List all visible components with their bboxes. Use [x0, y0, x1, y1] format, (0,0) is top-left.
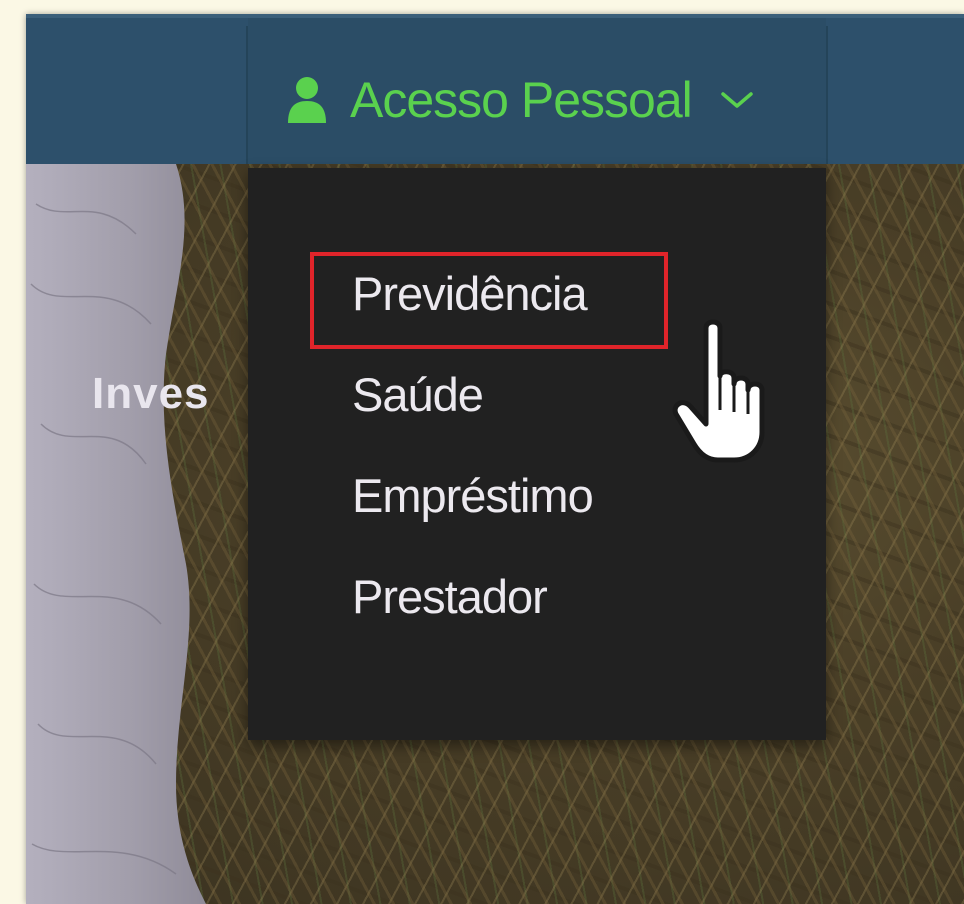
menu-item-previdencia[interactable]: Previdência — [248, 264, 826, 365]
browser-viewport: Acesso Pessoal Inves Previdência Saúde E… — [26, 14, 964, 904]
dropdown-menu: Previdência Saúde Empréstimo Prestador — [248, 264, 826, 668]
menu-item-emprestimo[interactable]: Empréstimo — [248, 466, 826, 567]
acesso-pessoal-dropdown: Previdência Saúde Empréstimo Prestador — [248, 168, 826, 740]
chevron-down-icon — [721, 92, 753, 108]
nav-item-label: Acesso Pessoal — [350, 72, 693, 128]
hero-heading: Inves — [92, 369, 210, 418]
nav-item-acesso-pessoal[interactable]: Acesso Pessoal — [248, 18, 826, 172]
nav-divider — [826, 26, 828, 168]
menu-item-saude[interactable]: Saúde — [248, 365, 826, 466]
hero-fabric-image — [26, 164, 206, 904]
menu-item-prestador[interactable]: Prestador — [248, 567, 826, 668]
top-navbar: Acesso Pessoal — [26, 14, 964, 172]
user-icon — [288, 77, 326, 123]
